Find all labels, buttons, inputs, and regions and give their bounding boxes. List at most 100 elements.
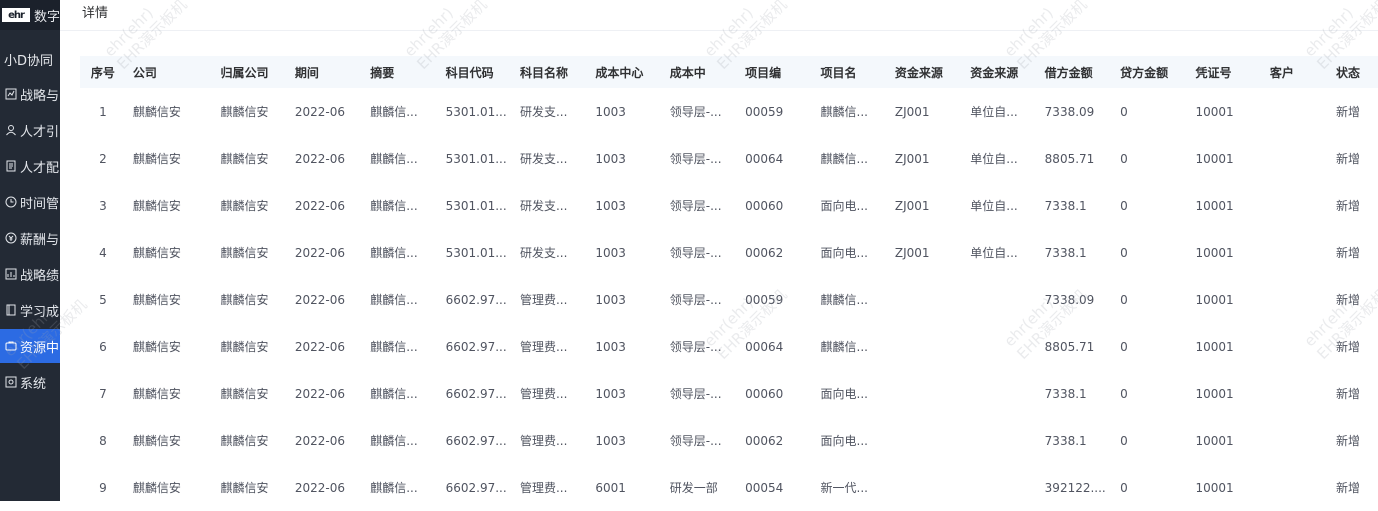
table-row[interactable]: 6 麒麟信安 麒麟信安 2022-06 麒麟信... 6602.97... 管理费... 10… (80, 323, 1378, 370)
cell-col-index: 9 (99, 480, 107, 495)
cell-col-project-code: 00060 (745, 198, 784, 213)
cell-col-status: 新增 (1336, 481, 1361, 495)
header-col-cost-center-2[interactable]: 成本中 (662, 56, 739, 88)
cell-col-status: 新增 (1336, 152, 1361, 166)
cell-col-fund-source-2 (963, 370, 1037, 417)
cell-col-fund-source (888, 276, 963, 323)
header-col-fund-source-2[interactable]: 资金来源 (963, 56, 1038, 88)
cell-col-account-name: 研发支... (519, 152, 568, 166)
cell-col-period: 2022-06 (294, 339, 345, 354)
header-col-project-name[interactable]: 项目名 (813, 56, 888, 88)
cell-col-fund-source-2 (963, 464, 1037, 511)
table-row[interactable]: 1 麒麟信安 麒麟信安 2022-06 麒麟信... 5301.01... 研发支... 10… (80, 88, 1378, 135)
cell-col-cost-center: 6001 (595, 480, 626, 495)
cell-col-account-name: 管理费... (519, 340, 568, 354)
table-row[interactable]: 8 麒麟信安 麒麟信安 2022-06 麒麟信... 6602.97... 管理费... 10… (80, 417, 1378, 464)
settings-icon (5, 376, 17, 388)
cell-col-status: 新增 (1336, 246, 1361, 260)
cell-col-project-name: 麒麟信... (820, 293, 868, 307)
cell-col-voucher-no: 10001 (1195, 386, 1234, 401)
cell-col-voucher-no: 10001 (1195, 433, 1234, 448)
cell-col-project-code: 00059 (745, 104, 784, 119)
cell-col-project-code: 00064 (745, 151, 784, 166)
header-col-summary[interactable]: 摘要 (363, 56, 439, 88)
cell-col-owner-company: 麒麟信安 (220, 340, 269, 354)
sidebar-item-8[interactable]: 资源中 (0, 329, 60, 363)
header-col-index[interactable]: 序号 (80, 56, 126, 88)
cell-col-index: 5 (99, 292, 107, 307)
cell-col-customer (1263, 464, 1329, 511)
header-col-account-name[interactable]: 科目名称 (512, 56, 589, 88)
header-col-cost-center[interactable]: 成本中心 (588, 56, 663, 88)
sidebar-item-7[interactable]: 学习成 (0, 293, 60, 327)
sidebar-subtitle[interactable]: 小D协同 (4, 50, 53, 69)
cell-col-credit: 0 (1120, 386, 1128, 401)
cell-col-project-code: 00062 (745, 245, 784, 260)
table-row[interactable]: 5 麒麟信安 麒麟信安 2022-06 麒麟信... 6602.97... 管理费... 10… (80, 276, 1378, 323)
sidebar-item-4[interactable]: 时间管 (0, 185, 60, 219)
cell-col-fund-source: ZJ001 (894, 198, 930, 213)
cell-col-project-name: 面向电... (820, 199, 868, 213)
table-body: 1 麒麟信安 麒麟信安 2022-06 麒麟信... 5301.01... 研发支... 10… (80, 88, 1378, 511)
cell-col-project-name: 面向电... (820, 434, 868, 448)
cell-col-project-code: 00059 (745, 292, 784, 307)
cell-col-account-code: 5301.01... (445, 151, 507, 166)
cell-col-fund-source-2: 单位自... (970, 152, 1018, 166)
cell-col-company: 麒麟信安 (132, 434, 181, 448)
cell-col-fund-source-2: 单位自... (970, 105, 1018, 119)
sidebar-item-3[interactable]: 人才配 (0, 149, 60, 183)
header-col-fund-source[interactable]: 资金来源 (887, 56, 964, 88)
sidebar-item-5[interactable]: 薪酬与 (0, 221, 60, 255)
cell-col-project-name: 新一代... (820, 481, 868, 495)
cell-col-index: 7 (99, 386, 107, 401)
table-row[interactable]: 9 麒麟信安 麒麟信安 2022-06 麒麟信... 6602.97... 管理费... 60… (80, 464, 1378, 511)
table-row[interactable]: 2 麒麟信安 麒麟信安 2022-06 麒麟信... 5301.01... 研发支... 10… (80, 135, 1378, 182)
header-col-debit[interactable]: 借方金额 (1037, 56, 1114, 88)
cell-col-summary: 麒麟信... (370, 152, 418, 166)
cell-col-debit: 7338.1 (1044, 386, 1087, 401)
cell-col-index: 2 (99, 151, 107, 166)
header-col-company[interactable]: 公司 (125, 56, 214, 88)
table-row[interactable]: 3 麒麟信安 麒麟信安 2022-06 麒麟信... 5301.01... 研发支... 10… (80, 182, 1378, 229)
sidebar-item-label: 人才引 (20, 124, 60, 140)
app-logo[interactable]: ehr 数字 (0, 0, 60, 30)
cell-col-debit: 7338.09 (1044, 104, 1095, 119)
cell-col-account-name: 管理费... (519, 434, 568, 448)
header-col-owner-company[interactable]: 归属公司 (213, 56, 288, 88)
cell-col-account-code: 6602.97... (445, 292, 507, 307)
cell-col-project-name: 麒麟信... (820, 340, 868, 354)
cell-col-fund-source (888, 417, 963, 464)
header-col-project-code[interactable]: 项目编 (738, 56, 814, 88)
cell-col-fund-source (888, 370, 963, 417)
cell-col-fund-source: ZJ001 (894, 104, 930, 119)
sidebar-item-6[interactable]: 战略绩 (0, 257, 60, 291)
cell-col-owner-company: 麒麟信安 (220, 481, 269, 495)
cell-col-voucher-no: 10001 (1195, 198, 1234, 213)
table-row[interactable]: 7 麒麟信安 麒麟信安 2022-06 麒麟信... 6602.97... 管理费... 10… (80, 370, 1378, 417)
person-icon (5, 124, 17, 136)
clock-icon (5, 196, 17, 208)
header-col-period[interactable]: 期间 (287, 56, 364, 88)
header-col-status[interactable]: 状态 (1329, 56, 1378, 88)
cell-col-debit: 7338.09 (1044, 292, 1095, 307)
sidebar-item-9[interactable]: 系统 (0, 365, 60, 399)
cell-col-owner-company: 麒麟信安 (220, 152, 269, 166)
cell-col-period: 2022-06 (294, 151, 345, 166)
cell-col-fund-source-2 (963, 417, 1037, 464)
cell-col-account-code: 5301.01... (445, 245, 507, 260)
app-name: 数字 (34, 9, 60, 25)
header-col-customer[interactable]: 客户 (1262, 56, 1330, 88)
header-col-voucher-no[interactable]: 凭证号 (1188, 56, 1263, 88)
cell-col-summary: 麒麟信... (370, 199, 418, 213)
header-col-credit[interactable]: 贷方金额 (1113, 56, 1189, 88)
cell-col-account-code: 5301.01... (445, 198, 507, 213)
cell-col-voucher-no: 10001 (1195, 104, 1234, 119)
detail-panel: 详情 序号 公司 归属公司 期间 摘要 科目代码 科目名称 成本中心 成本中 项目编 项目名 资金来源… (1, 0, 1378, 501)
cell-col-project-name: 麒麟信... (820, 105, 868, 119)
sidebar-item-1[interactable]: 战略与 (0, 77, 60, 111)
table-row[interactable]: 4 麒麟信安 麒麟信安 2022-06 麒麟信... 5301.01... 研发支... 10… (80, 229, 1378, 276)
header-col-account-code[interactable]: 科目代码 (438, 56, 513, 88)
cell-col-customer (1263, 323, 1329, 370)
sidebar-item-2[interactable]: 人才引 (0, 113, 60, 147)
cell-col-cost-center: 1003 (595, 151, 626, 166)
